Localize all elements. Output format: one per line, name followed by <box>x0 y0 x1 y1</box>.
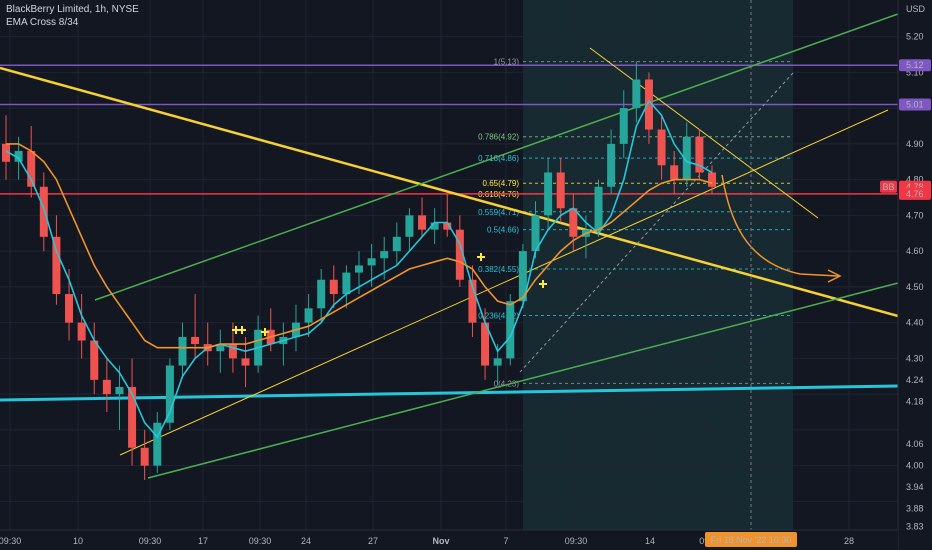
candle-body <box>102 379 111 395</box>
candle-body <box>304 308 313 323</box>
price-tick-label: 4.18 <box>906 396 924 406</box>
candle-body <box>556 172 565 209</box>
candle-body <box>632 79 641 109</box>
candle-body <box>39 186 48 237</box>
fib-level-label: 0.382(4.55) <box>478 265 519 274</box>
price-tick-label: 4.40 <box>906 318 924 328</box>
currency-label: USD <box>906 4 926 14</box>
price-tick-label: 4.70 <box>906 210 924 220</box>
price-tick-label: 5.20 <box>906 32 924 42</box>
candle-body <box>65 294 74 323</box>
symbol-tag-label: BB <box>882 182 894 192</box>
price-tick-label: 3.88 <box>906 504 924 514</box>
price-tick-label: 4.06 <box>906 439 924 449</box>
candle-body <box>165 365 174 423</box>
price-chart[interactable]: 1(5.13)0.786(4.92)0.718(4.86)0.65(4.79)0… <box>0 0 932 550</box>
fib-level-label: 0.786(4.92) <box>478 133 519 142</box>
price-tick-label: 3.94 <box>906 482 924 492</box>
fib-level-label: 0.65(4.79) <box>483 179 520 188</box>
candle-body <box>115 386 124 395</box>
time-tick-label: 28 <box>844 536 854 546</box>
crosshair-time-label: Fri 18 Nov '22 10:30 <box>711 535 792 545</box>
price-badge-label: 5.12 <box>906 60 924 70</box>
candle-body <box>493 358 502 366</box>
time-tick-label: 09:30 <box>139 536 162 546</box>
candle-body <box>544 172 553 216</box>
candle-body <box>392 236 401 252</box>
time-tick-label: Nov <box>432 536 449 546</box>
fib-level-label: 0.5(4.66) <box>487 226 519 235</box>
candle-body <box>178 336 187 366</box>
candle-body <box>342 272 351 295</box>
price-tick-label: 4.00 <box>906 461 924 471</box>
time-tick-label: 09:30 <box>0 536 21 546</box>
candle-body <box>140 447 149 466</box>
candle-body <box>191 336 200 345</box>
time-tick-label: 10 <box>73 536 83 546</box>
time-tick-label: 14 <box>645 536 655 546</box>
indicator-title: EMA Cross 8/34 <box>6 17 79 28</box>
price-tick-label: 4.60 <box>906 246 924 256</box>
candle-body <box>418 215 427 230</box>
time-tick-label: 09:30 <box>565 536 588 546</box>
candle-body <box>241 358 250 366</box>
candle-body <box>405 215 414 237</box>
price-tick-label: 3.83 <box>906 521 924 531</box>
candle-body <box>367 258 376 266</box>
price-tick-label: 4.90 <box>906 139 924 149</box>
price-badge-label: 5.01 <box>906 100 924 110</box>
candle-body <box>77 322 86 341</box>
candle-body <box>670 165 679 180</box>
time-tick-label: 17 <box>198 536 208 546</box>
candle-body <box>619 108 628 144</box>
candle-body <box>52 236 61 295</box>
projection-zone <box>523 0 793 530</box>
time-tick-label: 27 <box>368 536 378 546</box>
price-tick-label: 4.50 <box>906 282 924 292</box>
candle-body <box>153 422 162 466</box>
time-tick-label: 09:30 <box>249 536 272 546</box>
candle-body <box>380 251 389 259</box>
candle-body <box>329 279 338 295</box>
candle-body <box>594 186 603 230</box>
price-tick-label: 4.30 <box>906 353 924 363</box>
candle-body <box>317 279 326 309</box>
candle-body <box>657 129 666 166</box>
price-tick-label: 4.24 <box>906 375 924 385</box>
price-badge-label: 4.76 <box>906 189 924 199</box>
time-tick-label: 7 <box>503 536 508 546</box>
candle-body <box>708 172 716 187</box>
candle-body <box>607 143 616 187</box>
time-tick-label: 24 <box>301 536 311 546</box>
candle-body <box>90 340 99 380</box>
symbol-title: BlackBerry Limited, 1h, NYSE <box>6 4 139 15</box>
candle-body <box>355 265 363 273</box>
candle-body <box>128 386 137 448</box>
